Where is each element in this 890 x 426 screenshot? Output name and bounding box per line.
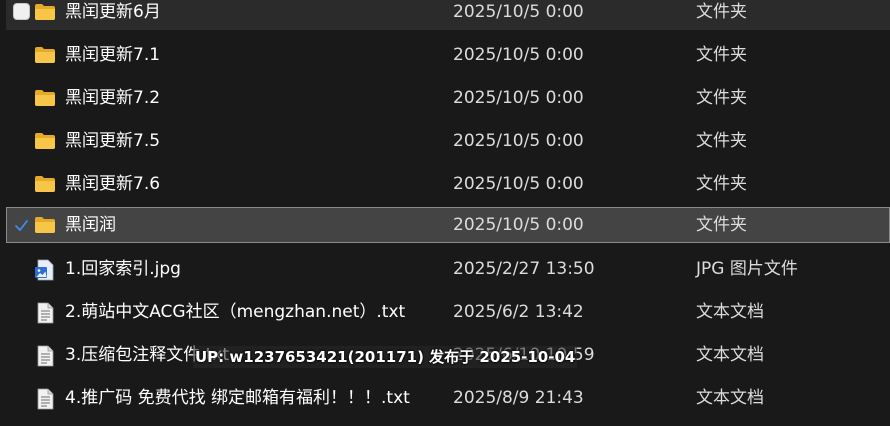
row-checkbox-checked[interactable] [13,217,30,234]
folder-icon [34,215,56,235]
image-file-icon [34,259,56,281]
file-date: 2025/10/5 0:00 [453,174,584,194]
file-name: 2.萌站中文ACG社区（mengzhan.net）.txt [65,302,406,322]
file-date: 2025/10/5 0:00 [453,88,584,108]
file-name: 黑闰更新7.2 [65,88,161,108]
file-type: 文本文档 [696,388,764,408]
file-row[interactable]: 4.推广码 免费代找 绑定邮箱有福利！！！.txt 2025/8/9 21:43… [6,380,890,416]
folder-icon [34,174,56,194]
text-file-icon [34,388,56,410]
folder-icon [34,131,56,151]
file-date: 2025/6/2 13:42 [453,302,584,322]
file-name: 黑闰更新6月 [65,2,161,22]
file-row[interactable]: 2.萌站中文ACG社区（mengzhan.net）.txt 2025/6/2 1… [6,294,890,330]
file-row[interactable]: 黑闰更新7.2 2025/10/5 0:00 文件夹 [6,80,890,116]
file-type: 文本文档 [696,345,764,365]
folder-icon [34,88,56,108]
file-date: 2025/10/5 0:00 [453,131,584,151]
file-name: 黑闰更新7.5 [65,131,161,151]
file-date: 2025/10/5 0:00 [453,2,584,22]
file-type: 文件夹 [696,174,747,194]
file-row[interactable]: 黑闰更新7.6 2025/10/5 0:00 文件夹 [6,166,890,202]
file-type: 文件夹 [696,88,747,108]
file-type: JPG 图片文件 [696,259,798,279]
file-type: 文件夹 [696,215,747,235]
file-name: 黑闰更新7.6 [65,174,161,194]
file-date: 2025/2/27 13:50 [453,259,595,279]
file-type: 文件夹 [696,131,747,151]
folder-icon [34,2,56,22]
text-file-icon [34,345,56,367]
file-row[interactable]: 黑闰更新7.5 2025/10/5 0:00 文件夹 [6,123,890,159]
file-date: 2025/8/9 21:43 [453,388,584,408]
file-date: 2025/10/5 0:00 [453,45,584,65]
row-checkbox[interactable] [13,3,30,20]
file-row-selected[interactable]: 黑闰润 2025/10/5 0:00 文件夹 [6,207,890,243]
file-row[interactable]: 1.回家索引.jpg 2025/2/27 13:50 JPG 图片文件 [6,251,890,287]
file-name: 黑闰更新7.1 [65,45,161,65]
uploader-watermark: UP: w1237653421(201171) 发布于 2025-10-04 [193,346,578,368]
folder-icon [34,45,56,65]
file-type: 文件夹 [696,45,747,65]
file-row[interactable]: 黑闰更新6月 2025/10/5 0:00 文件夹 [6,0,890,30]
file-row[interactable]: 黑闰更新7.1 2025/10/5 0:00 文件夹 [6,37,890,73]
file-date: 2025/10/5 0:00 [453,215,584,235]
file-name: 4.推广码 免费代找 绑定邮箱有福利！！！.txt [65,388,410,408]
file-name: 1.回家索引.jpg [65,259,181,279]
file-type: 文本文档 [696,302,764,322]
file-type: 文件夹 [696,2,747,22]
text-file-icon [34,302,56,324]
file-name: 黑闰润 [65,215,116,235]
